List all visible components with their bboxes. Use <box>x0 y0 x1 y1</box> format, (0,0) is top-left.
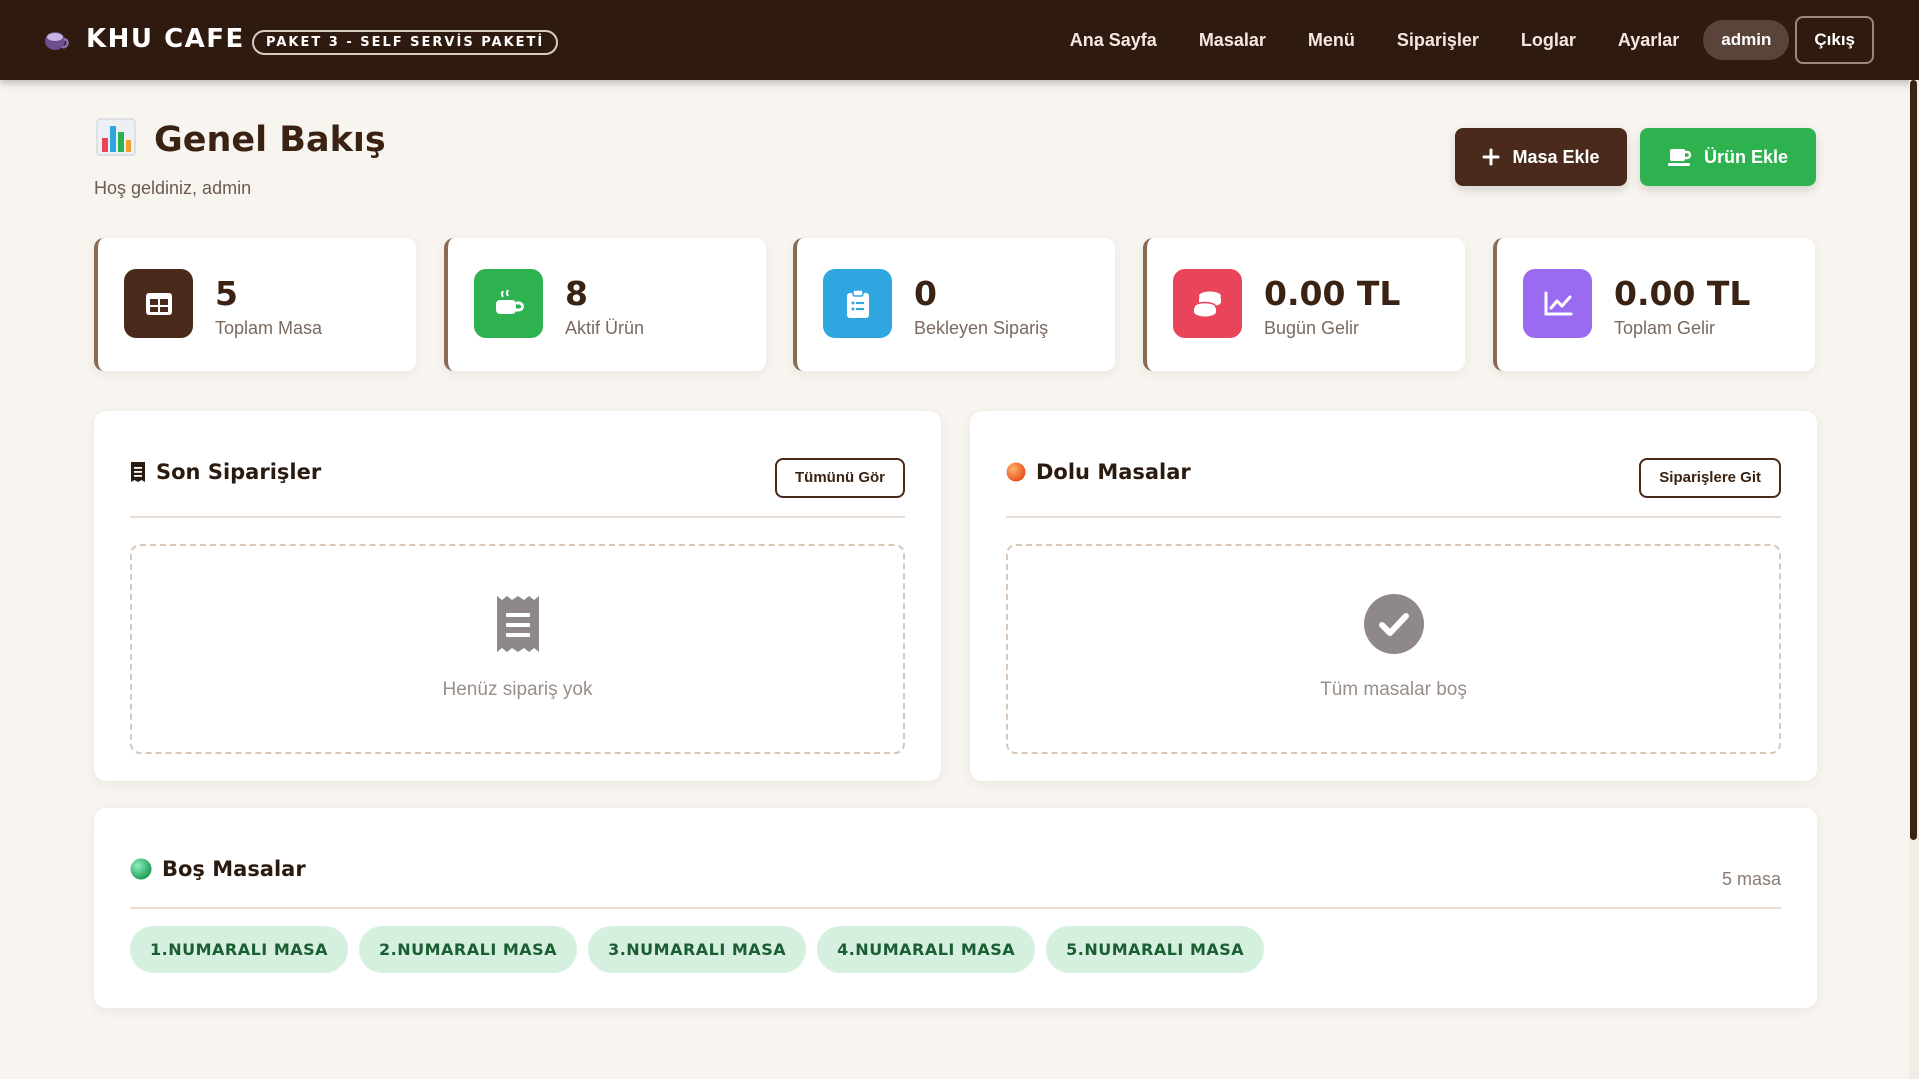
plus-icon <box>1482 148 1500 166</box>
recent-orders-title: Son Siparişler <box>156 460 322 484</box>
view-all-orders-button[interactable]: Tümünü Gör <box>775 458 905 498</box>
recent-orders-panel: Son Siparişler Tümünü Gör Henüz sipariş … <box>94 411 941 781</box>
add-table-label: Masa Ekle <box>1512 146 1600 167</box>
table-chip[interactable]: 5.NUMARALI MASA <box>1046 926 1265 973</box>
bar-chart-icon <box>96 118 136 161</box>
coffee-cup-logo-icon <box>42 26 70 54</box>
panel-title: Son Siparişler <box>130 460 321 484</box>
free-tables-count: 5 masa <box>1721 869 1781 889</box>
nav-orders[interactable]: Siparişler <box>1397 30 1479 51</box>
occupied-tables-panel: Dolu Masalar Siparişlere Git Tüm masalar… <box>970 411 1817 781</box>
stat-card-active-products: 8 Aktif Ürün <box>444 238 766 371</box>
stat-label: Bekleyen Sipariş <box>914 318 1049 338</box>
user-badge: admin <box>1703 20 1790 60</box>
receipt-icon <box>495 594 541 659</box>
stat-card-today-revenue: 0.00 TL Bugün Gelir <box>1143 238 1465 371</box>
panel-header: Boş Masalar 5 masa <box>130 833 1781 909</box>
green-dot-icon <box>130 858 152 880</box>
table-chip[interactable]: 2.NUMARALI MASA <box>359 926 578 973</box>
free-tables-panel: Boş Masalar 5 masa 1.NUMARALI MASA 2.NUM… <box>94 808 1817 1008</box>
nav-settings[interactable]: Ayarlar <box>1618 30 1679 51</box>
coffee-icon <box>474 269 543 338</box>
nav-tables[interactable]: Masalar <box>1199 30 1266 51</box>
stat-value: 5 <box>215 274 238 313</box>
add-product-button[interactable]: Ürün Ekle <box>1640 128 1816 186</box>
free-tables-list: 1.NUMARALI MASA 2.NUMARALI MASA 3.NUMARA… <box>130 926 1275 973</box>
panel-title: Boş Masalar <box>130 857 306 881</box>
empty-tables-text: Tüm masalar boş <box>1320 679 1467 700</box>
empty-orders-text: Henüz sipariş yok <box>442 679 593 700</box>
check-circle-icon <box>1363 594 1424 659</box>
empty-orders-box: Henüz sipariş yok <box>130 544 905 754</box>
empty-tables-box: Tüm masalar boş <box>1006 544 1781 754</box>
nav-home[interactable]: Ana Sayfa <box>1070 30 1157 51</box>
stat-label: Bugün Gelir <box>1264 318 1360 338</box>
nav-logs[interactable]: Loglar <box>1521 30 1576 51</box>
logout-button[interactable]: Çıkış <box>1795 16 1874 64</box>
stat-card-pending-orders: 0 Bekleyen Sipariş <box>793 238 1115 371</box>
table-chip[interactable]: 1.NUMARALI MASA <box>130 926 349 973</box>
orange-dot-icon <box>1006 462 1026 482</box>
scrollbar-thumb[interactable] <box>1910 80 1917 840</box>
stat-value: 8 <box>565 274 588 313</box>
table-chip[interactable]: 4.NUMARALI MASA <box>817 926 1036 973</box>
panel-header: Son Siparişler Tümünü Gör <box>130 446 905 518</box>
stat-label: Toplam Masa <box>215 318 323 338</box>
stat-card-total-revenue: 0.00 TL Toplam Gelir <box>1493 238 1815 371</box>
coins-icon <box>1173 269 1242 338</box>
stat-value: 0.00 TL <box>1264 274 1401 313</box>
stat-value: 0.00 TL <box>1614 274 1751 313</box>
receipt-icon <box>130 461 146 483</box>
nav-links: Ana Sayfa Masalar Menü Siparişler Loglar… <box>1070 16 1874 64</box>
free-tables-title: Boş Masalar <box>162 857 306 881</box>
package-badge: PAKET 3 - SELF SERVİS PAKETİ <box>252 30 559 55</box>
stat-label: Toplam Gelir <box>1614 318 1716 338</box>
page-title: Genel Bakış <box>154 119 386 160</box>
page-header: Genel Bakış <box>96 118 386 161</box>
add-table-button[interactable]: Masa Ekle <box>1455 128 1627 186</box>
stat-value: 0 <box>914 274 937 313</box>
occupied-tables-title: Dolu Masalar <box>1036 460 1191 484</box>
welcome-text: Hoş geldiniz, admin <box>94 178 252 198</box>
add-product-label: Ürün Ekle <box>1703 146 1789 167</box>
stat-card-total-tables: 5 Toplam Masa <box>94 238 416 371</box>
chart-line-icon <box>1523 269 1592 338</box>
stat-label: Aktif Ürün <box>565 318 645 338</box>
panel-title: Dolu Masalar <box>1006 460 1191 484</box>
table-icon <box>124 269 193 338</box>
nav-menu[interactable]: Menü <box>1308 30 1355 51</box>
panel-header: Dolu Masalar Siparişlere Git <box>1006 446 1781 518</box>
top-navbar: KHU CAFE PAKET 3 - SELF SERVİS PAKETİ An… <box>0 0 1919 80</box>
clipboard-icon <box>823 269 892 338</box>
mug-icon <box>1667 147 1692 167</box>
brand-title[interactable]: KHU CAFE <box>86 24 245 54</box>
go-to-orders-button[interactable]: Siparişlere Git <box>1639 458 1781 498</box>
table-chip[interactable]: 3.NUMARALI MASA <box>588 926 807 973</box>
